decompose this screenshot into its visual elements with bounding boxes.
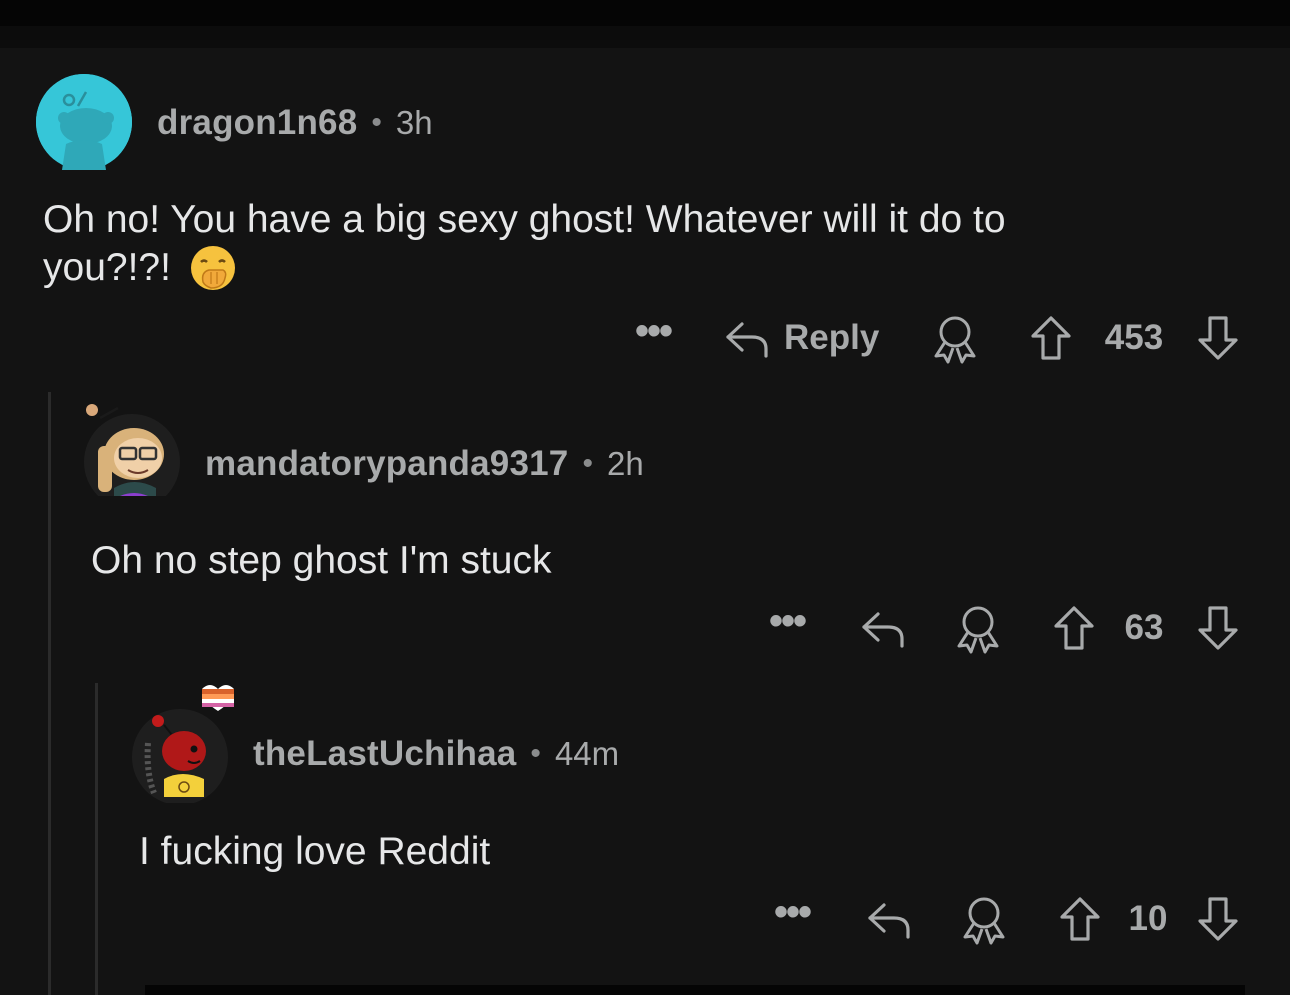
comment-body-line-1: Oh no! You have a big sexy ghost! Whatev… [43,198,1006,241]
downvote-arrow-icon [1198,606,1238,650]
reply-arrow-icon [868,903,910,939]
comment-body-line-2: you?!?! [43,246,171,289]
snoo-avatar-icon [36,74,132,170]
award-ribbon-icon [963,897,1005,945]
comment-body: Oh no! You have a big sexy ghost! Whatev… [43,196,1006,292]
vote-count: 63 [1116,598,1172,658]
award-button[interactable] [951,598,1005,658]
upvote-button[interactable] [1028,308,1074,368]
hand-over-mouth-emoji-icon [189,244,237,292]
comment-body: I fucking love Reddit [139,830,491,873]
avatar[interactable] [84,404,180,510]
more-options-icon: ••• [773,890,812,934]
username[interactable]: theLastUchihaa [253,734,516,774]
top-bar [0,0,1290,48]
downvote-button[interactable] [1195,598,1241,658]
reply-arrow-icon [862,612,904,648]
award-button[interactable] [928,308,982,368]
reply-button[interactable] [858,598,908,658]
award-ribbon-icon [957,606,999,654]
separator: • [582,447,593,480]
more-options-button[interactable]: ••• [628,308,678,368]
upvote-button[interactable] [1051,598,1097,658]
downvote-button[interactable] [1195,889,1241,949]
vote-count: 453 [1096,308,1172,368]
avatar[interactable] [36,74,132,170]
vote-count-value: 63 [1124,608,1164,647]
award-button[interactable] [957,889,1011,949]
award-ribbon-icon [934,316,976,364]
comment-actions: ••• Reply 453 [0,308,1290,368]
downvote-arrow-icon [1198,316,1238,360]
upvote-arrow-icon [1054,606,1094,650]
more-options-icon: ••• [768,599,807,643]
vote-count: 10 [1122,889,1174,949]
vote-count-value: 10 [1128,899,1168,938]
separator: • [530,737,541,770]
downvote-button[interactable] [1195,308,1241,368]
upvote-arrow-icon [1060,897,1100,941]
more-options-button[interactable]: ••• [767,889,817,949]
timestamp: 2h [606,445,644,482]
avatar[interactable] [132,685,234,803]
reply-button[interactable] [864,889,914,949]
snoo-avatar-icon [132,685,234,803]
reply-button[interactable]: Reply [724,308,889,368]
separator: • [371,106,382,139]
reply-arrow-icon [726,322,768,358]
upvote-arrow-icon [1031,316,1071,360]
vote-count-value: 453 [1104,318,1164,357]
upvote-button[interactable] [1057,889,1103,949]
comment-body: Oh no step ghost I'm stuck [91,539,552,582]
username[interactable]: mandatorypanda9317 [205,444,568,484]
snoo-avatar-icon [84,404,180,496]
username[interactable]: dragon1n68 [157,103,357,143]
downvote-arrow-icon [1198,897,1238,941]
bottom-overlay [145,985,1245,995]
comment-actions: ••• 10 [0,889,1290,949]
reply-label: Reply [784,318,880,357]
more-options-button[interactable]: ••• [762,598,812,658]
comment-actions: ••• 63 [0,598,1290,658]
timestamp: 44m [554,735,620,772]
timestamp: 3h [395,104,433,141]
more-options-icon: ••• [634,309,673,353]
